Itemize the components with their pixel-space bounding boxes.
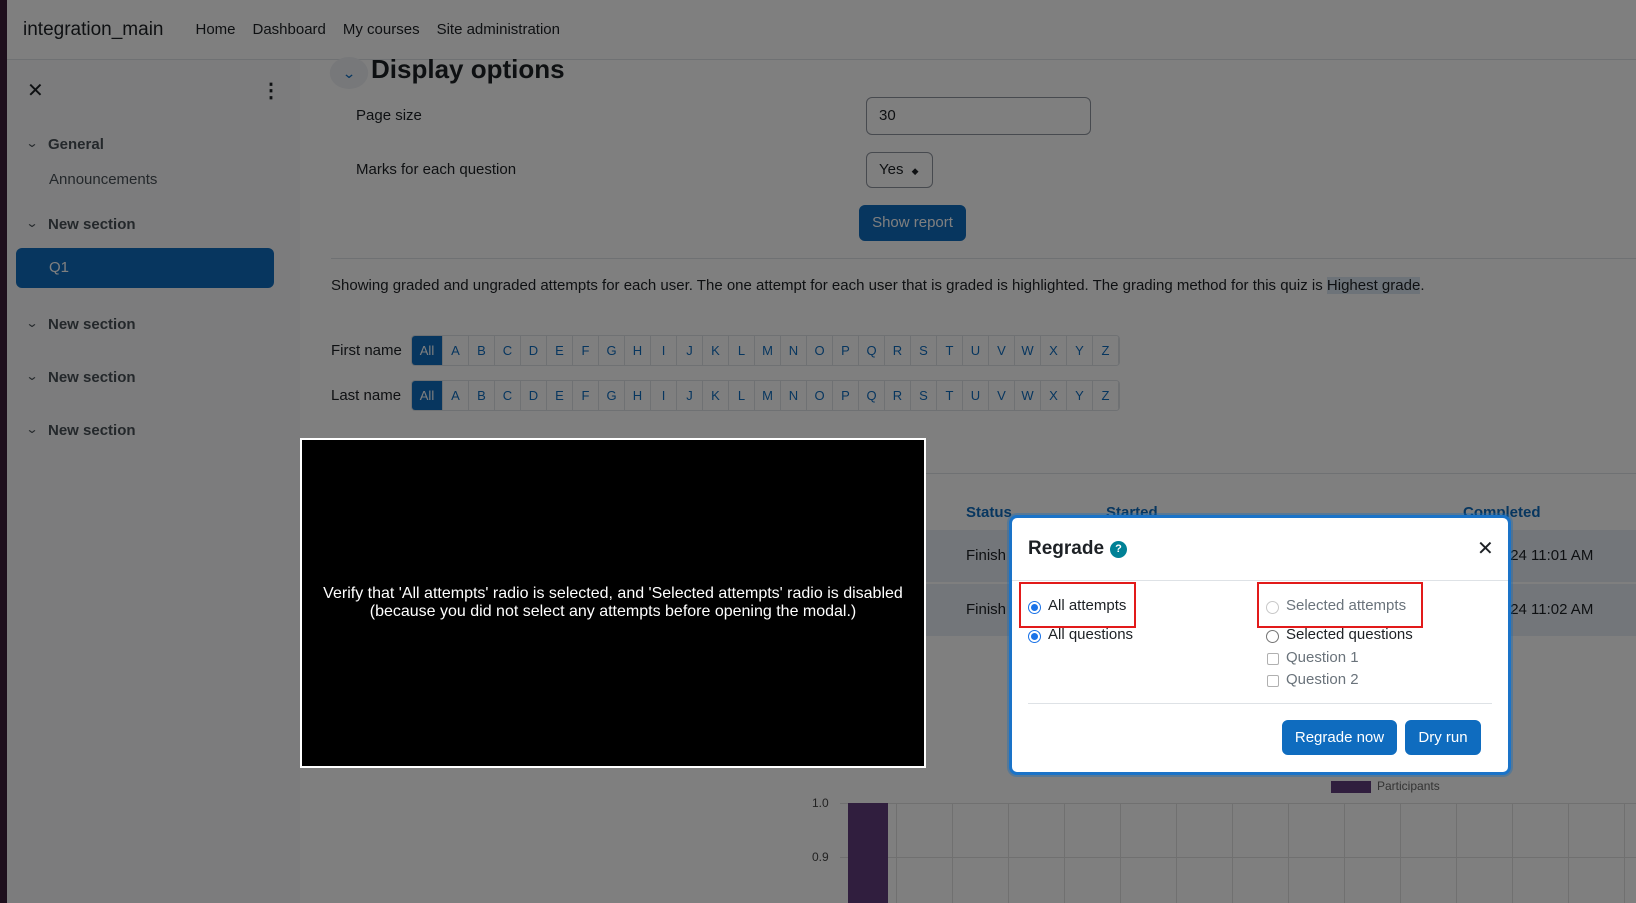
selected-attempts-radio[interactable] — [1266, 601, 1279, 614]
instruction-text: Verify that 'All attempts' radio is sele… — [323, 585, 903, 621]
test-instruction-overlay: Verify that 'All attempts' radio is sele… — [300, 438, 926, 768]
question-2-label: Question 2 — [1286, 671, 1359, 688]
all-attempts-radio[interactable] — [1028, 601, 1041, 614]
question-1-label: Question 1 — [1286, 649, 1359, 666]
app-root: integration_main Home Dashboard My cours… — [0, 0, 1636, 903]
all-attempts-label[interactable]: All attempts — [1048, 597, 1126, 614]
selected-attempts-label: Selected attempts — [1286, 597, 1407, 614]
regrade-now-button[interactable]: Regrade now — [1282, 720, 1397, 755]
modal-footer-divider — [1028, 703, 1492, 704]
modal-title: Regrade — [1028, 538, 1105, 559]
all-questions-radio[interactable] — [1028, 630, 1041, 643]
instruction-line-1: Verify that 'All attempts' radio is sele… — [323, 585, 903, 602]
selected-questions-radio[interactable] — [1266, 630, 1279, 643]
instruction-line-2: (because you did not select any attempts… — [369, 603, 857, 620]
help-icon[interactable]: ? — [1110, 541, 1127, 558]
modal-header-divider — [1012, 580, 1508, 581]
all-questions-label[interactable]: All questions — [1048, 626, 1133, 643]
dry-run-button[interactable]: Dry run — [1405, 720, 1481, 755]
selected-questions-label[interactable]: Selected questions — [1286, 626, 1413, 643]
question-1-checkbox[interactable] — [1267, 653, 1279, 665]
regrade-modal: Regrade ? ✕ All attempts Selected attemp… — [1009, 515, 1511, 775]
close-icon[interactable]: ✕ — [1477, 536, 1494, 561]
question-2-checkbox[interactable] — [1267, 675, 1279, 687]
